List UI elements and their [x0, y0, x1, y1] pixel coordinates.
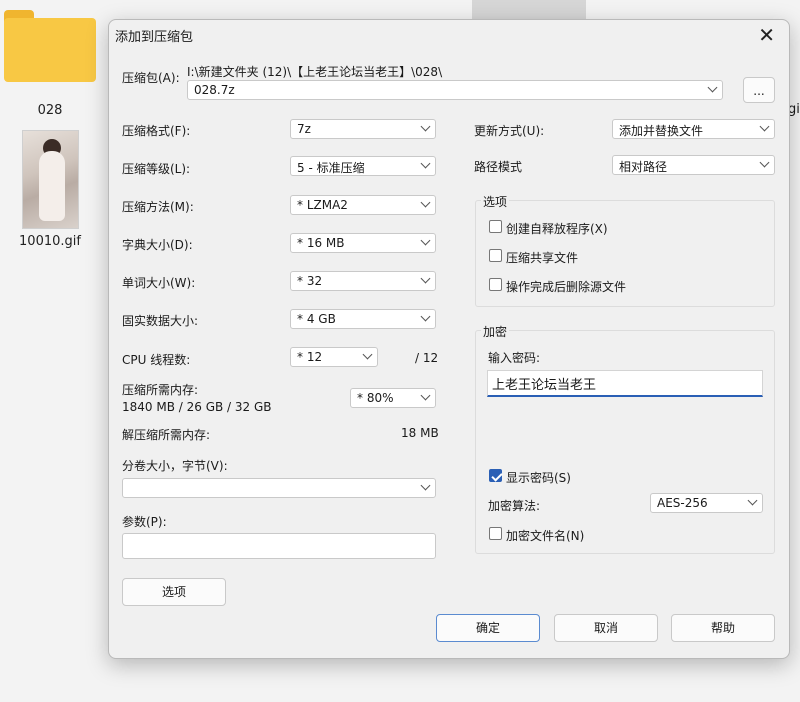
solid-label: 固实数据大小: — [122, 314, 199, 328]
sfx-checkbox[interactable] — [489, 220, 502, 233]
cpu-value: * 12 — [297, 350, 323, 364]
browse-button[interactable]: ... — [743, 77, 775, 103]
method-select[interactable]: * LZMA2 — [290, 195, 436, 215]
mem-select[interactable]: * 80% — [350, 388, 436, 408]
chevron-down-icon — [420, 311, 431, 322]
chevron-down-icon — [759, 121, 770, 132]
cancel-button[interactable]: 取消 — [554, 614, 658, 642]
archive-name-value: 028.7z — [194, 83, 235, 97]
mem-value: * 80% — [357, 391, 394, 405]
image-thumbnail[interactable] — [22, 130, 79, 229]
path-value: 相对路径 — [619, 160, 668, 174]
mem-detail: 1840 MB / 26 GB / 32 GB — [122, 400, 272, 414]
level-label: 压缩等级(L): — [122, 162, 191, 176]
dialog-title: 添加到压缩包 — [115, 30, 194, 45]
params-input[interactable] — [122, 533, 436, 559]
ok-button[interactable]: 确定 — [436, 614, 540, 642]
update-select[interactable]: 添加并替换文件 — [612, 119, 775, 139]
folder-label: 028 — [37, 103, 63, 118]
algo-label: 加密算法: — [488, 499, 541, 513]
archive-path: I:\新建文件夹 (12)\【上老王论坛当老王】\028\ — [187, 65, 443, 79]
chevron-down-icon — [420, 121, 431, 132]
dict-label: 字典大小(D): — [122, 238, 193, 252]
cpu-total: / 12 — [415, 351, 439, 365]
folder-icon[interactable] — [4, 10, 96, 84]
level-select[interactable]: 5 - 标准压缩 — [290, 156, 436, 176]
method-value: * LZMA2 — [297, 198, 348, 212]
solid-value: * 4 GB — [297, 312, 336, 326]
chevron-down-icon — [420, 197, 431, 208]
dict-value: * 16 MB — [297, 236, 345, 250]
cpu-label: CPU 线程数: — [122, 353, 191, 367]
decomp-label: 解压缩所需内存: — [122, 428, 211, 442]
close-icon[interactable]: ✕ — [758, 23, 775, 47]
show-password-label[interactable]: 显示密码(S) — [506, 469, 571, 486]
update-label: 更新方式(U): — [474, 124, 545, 138]
split-label: 分卷大小，字节(V): — [122, 459, 228, 473]
password-label: 输入密码: — [488, 351, 541, 365]
add-to-archive-dialog: 添加到压缩包 ✕ 压缩包(A): I:\新建文件夹 (12)\【上老王论坛当老王… — [108, 19, 790, 659]
algo-select[interactable]: AES-256 — [650, 493, 763, 513]
help-button[interactable]: 帮助 — [671, 614, 775, 642]
sfx-label[interactable]: 创建自释放程序(X) — [506, 220, 608, 237]
cpu-select[interactable]: * 12 — [290, 347, 378, 367]
word-select[interactable]: * 32 — [290, 271, 436, 291]
format-label: 压缩格式(F): — [122, 124, 191, 138]
chevron-down-icon — [420, 273, 431, 284]
encryption-group-title: 加密 — [481, 323, 510, 340]
params-label: 参数(P): — [122, 515, 167, 529]
password-input[interactable]: 上老王论坛当老王 — [487, 370, 763, 397]
chevron-down-icon — [707, 82, 718, 93]
update-value: 添加并替换文件 — [619, 124, 704, 138]
show-password-checkbox[interactable] — [489, 469, 502, 482]
chevron-down-icon — [420, 480, 431, 491]
shared-label[interactable]: 压缩共享文件 — [506, 249, 578, 266]
level-value: 5 - 标准压缩 — [297, 161, 365, 175]
chevron-down-icon — [420, 390, 431, 401]
word-value: * 32 — [297, 274, 323, 288]
dict-select[interactable]: * 16 MB — [290, 233, 436, 253]
chevron-down-icon — [420, 235, 431, 246]
path-label: 路径模式 — [474, 160, 523, 174]
archive-name-combo[interactable]: 028.7z — [187, 80, 723, 100]
word-label: 单词大小(W): — [122, 276, 196, 290]
chevron-down-icon — [362, 349, 373, 360]
archive-label: 压缩包(A): — [122, 71, 180, 85]
chevron-down-icon — [420, 158, 431, 169]
options-button[interactable]: 选项 — [122, 578, 226, 606]
chevron-down-icon — [759, 157, 770, 168]
format-value: 7z — [297, 122, 311, 136]
algo-value: AES-256 — [657, 496, 708, 510]
shared-checkbox[interactable] — [489, 249, 502, 262]
delete-source-label[interactable]: 操作完成后删除源文件 — [506, 278, 626, 295]
split-combo[interactable] — [122, 478, 436, 498]
options-group-title: 选项 — [481, 193, 510, 210]
encrypt-names-checkbox[interactable] — [489, 527, 502, 540]
taskbar-thumbnail — [472, 0, 586, 20]
solid-select[interactable]: * 4 GB — [290, 309, 436, 329]
file-label: 10010.gif — [19, 234, 81, 249]
encrypt-names-label[interactable]: 加密文件名(N) — [506, 527, 584, 544]
format-select[interactable]: 7z — [290, 119, 436, 139]
chevron-down-icon — [747, 495, 758, 506]
decomp-value: 18 MB — [401, 426, 439, 440]
method-label: 压缩方法(M): — [122, 200, 194, 214]
delete-source-checkbox[interactable] — [489, 278, 502, 291]
mem-label: 压缩所需内存: — [122, 383, 199, 397]
path-select[interactable]: 相对路径 — [612, 155, 775, 175]
